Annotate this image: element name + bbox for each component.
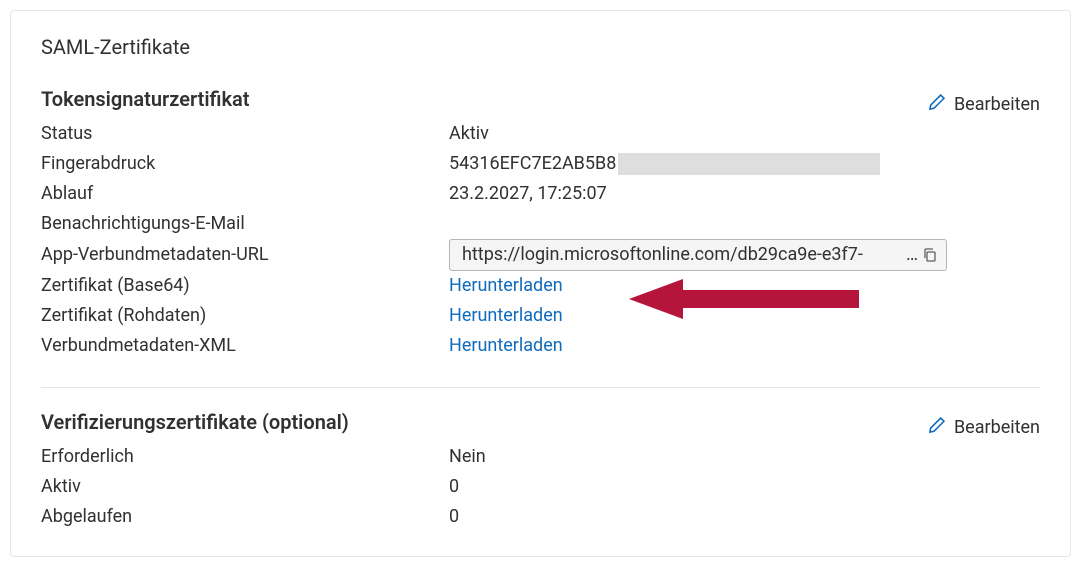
- edit-verification-button[interactable]: Bearbeiten: [928, 416, 1040, 439]
- row-notify-email: Benachrichtigungs-E-Mail: [41, 209, 1040, 239]
- label-active: Aktiv: [41, 472, 449, 502]
- card-title: SAML-Zertifikate: [41, 35, 1040, 59]
- label-cert-base64: Zertifikat (Base64): [41, 271, 449, 301]
- metadata-url-text: https://login.microsoftonline.com/db29ca…: [462, 240, 904, 270]
- verification-heading: Verifizierungszertifikate (optional): [41, 410, 1040, 434]
- row-expired: Abgelaufen 0: [41, 502, 1040, 532]
- label-expiry: Ablauf: [41, 179, 449, 209]
- metadata-url-ellipsis: …: [904, 240, 922, 270]
- metadata-url-box[interactable]: https://login.microsoftonline.com/db29ca…: [449, 239, 947, 271]
- row-active: Aktiv 0: [41, 472, 1040, 502]
- download-raw-link[interactable]: Herunterladen: [449, 301, 563, 331]
- row-cert-base64: Zertifikat (Base64) Herunterladen: [41, 271, 1040, 301]
- signing-heading: Tokensignaturzertifikat: [41, 87, 1040, 111]
- pencil-icon: [928, 416, 946, 439]
- token-signing-section: Bearbeiten Tokensignaturzertifikat Statu…: [41, 87, 1040, 361]
- row-status: Status Aktiv: [41, 119, 1040, 149]
- section-divider: [41, 387, 1040, 388]
- thumbprint-visible: 54316EFC7E2AB5B8: [449, 149, 616, 179]
- label-cert-raw: Zertifikat (Rohdaten): [41, 301, 449, 331]
- row-fed-xml: Verbundmetadaten-XML Herunterladen: [41, 331, 1040, 361]
- label-expired: Abgelaufen: [41, 502, 449, 532]
- copy-icon[interactable]: [922, 247, 938, 263]
- pencil-icon: [928, 93, 946, 116]
- label-metadata-url: App-Verbundmetadaten-URL: [41, 240, 449, 270]
- download-base64-link[interactable]: Herunterladen: [449, 271, 563, 301]
- value-expired: 0: [449, 502, 1040, 532]
- thumbprint-redacted: [618, 153, 880, 175]
- edit-signing-button[interactable]: Bearbeiten: [928, 93, 1040, 116]
- saml-certificates-card: SAML-Zertifikate Bearbeiten Tokensignatu…: [10, 10, 1071, 557]
- row-metadata-url: App-Verbundmetadaten-URL https://login.m…: [41, 239, 1040, 271]
- row-cert-raw: Zertifikat (Rohdaten) Herunterladen: [41, 301, 1040, 331]
- value-expiry: 23.2.2027, 17:25:07: [449, 179, 1040, 209]
- value-active: 0: [449, 472, 1040, 502]
- download-fedxml-link[interactable]: Herunterladen: [449, 331, 563, 361]
- value-required: Nein: [449, 442, 1040, 472]
- label-status: Status: [41, 119, 449, 149]
- label-fed-xml: Verbundmetadaten-XML: [41, 331, 449, 361]
- verification-section: Bearbeiten Verifizierungszertifikate (op…: [41, 410, 1040, 532]
- value-notify-email: [449, 209, 1040, 239]
- label-thumbprint: Fingerabdruck: [41, 149, 449, 179]
- row-expiry: Ablauf 23.2.2027, 17:25:07: [41, 179, 1040, 209]
- value-status: Aktiv: [449, 119, 1040, 149]
- row-required: Erforderlich Nein: [41, 442, 1040, 472]
- edit-label: Bearbeiten: [954, 417, 1040, 438]
- edit-label: Bearbeiten: [954, 94, 1040, 115]
- label-required: Erforderlich: [41, 442, 449, 472]
- label-notify-email: Benachrichtigungs-E-Mail: [41, 209, 449, 239]
- row-thumbprint: Fingerabdruck 54316EFC7E2AB5B8: [41, 149, 1040, 179]
- value-thumbprint: 54316EFC7E2AB5B8: [449, 149, 1040, 179]
